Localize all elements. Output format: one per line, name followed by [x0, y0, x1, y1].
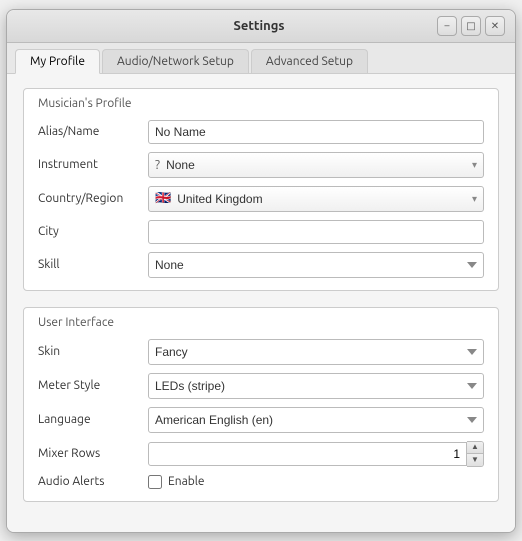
skill-row: Skill None Beginner Intermediate Advance…	[38, 252, 484, 278]
language-label: Language	[38, 413, 148, 426]
user-interface-section: User Interface Skin Fancy Classic Dark M…	[23, 307, 499, 502]
instrument-label: Instrument	[38, 158, 148, 171]
settings-window: Settings – □ ✕ My Profile Audio/Network …	[6, 9, 516, 533]
language-row: Language American English (en) British E…	[38, 407, 484, 433]
spinner-down-button[interactable]: ▼	[467, 454, 483, 466]
spinner-up-button[interactable]: ▲	[467, 442, 483, 454]
meter-select[interactable]: LEDs (stripe) LEDs (solid) Classic	[148, 373, 484, 399]
audio-alerts-checkbox[interactable]	[148, 475, 162, 489]
minimize-button[interactable]: –	[437, 16, 457, 36]
country-row: Country/Region 🇬🇧 United Kingdom ▾	[38, 186, 484, 212]
skin-label: Skin	[38, 345, 148, 358]
window-controls: – □ ✕	[437, 16, 505, 36]
titlebar: Settings – □ ✕	[7, 10, 515, 43]
city-label: City	[38, 225, 148, 238]
tab-advanced-setup[interactable]: Advanced Setup	[251, 49, 368, 73]
country-select-wrapper: 🇬🇧 United Kingdom ▾	[148, 186, 484, 212]
city-input[interactable]	[148, 220, 484, 244]
skin-row: Skin Fancy Classic Dark	[38, 339, 484, 365]
tab-content: Musician's Profile Alias/Name Instrument…	[7, 74, 515, 532]
alias-label: Alias/Name	[38, 125, 148, 138]
instrument-select[interactable]: None	[166, 153, 466, 177]
instrument-row: Instrument ? None ▾	[38, 152, 484, 178]
close-button[interactable]: ✕	[485, 16, 505, 36]
audio-alerts-label: Audio Alerts	[38, 475, 148, 488]
language-select[interactable]: American English (en) British English (e…	[148, 407, 484, 433]
skill-label: Skill	[38, 258, 148, 271]
skill-select[interactable]: None Beginner Intermediate Advanced Expe…	[148, 252, 484, 278]
tab-my-profile[interactable]: My Profile	[15, 49, 100, 74]
tab-bar: My Profile Audio/Network Setup Advanced …	[7, 43, 515, 74]
country-flag: 🇬🇧	[149, 191, 177, 206]
audio-alerts-checkbox-row: Enable	[148, 475, 205, 489]
audio-alerts-row: Audio Alerts Enable	[38, 475, 484, 489]
maximize-button[interactable]: □	[461, 16, 481, 36]
meter-row: Meter Style LEDs (stripe) LEDs (solid) C…	[38, 373, 484, 399]
user-interface-title: User Interface	[38, 316, 484, 329]
musician-profile-title: Musician's Profile	[38, 97, 484, 110]
window-title: Settings	[81, 19, 437, 33]
instrument-icon: ?	[149, 158, 166, 172]
audio-alerts-enable-label[interactable]: Enable	[168, 475, 205, 488]
mixer-rows-label: Mixer Rows	[38, 447, 148, 460]
city-row: City	[38, 220, 484, 244]
mixer-rows-spinner: ▲ ▼	[148, 441, 484, 467]
mixer-rows-input[interactable]	[148, 442, 467, 466]
tab-audio-network[interactable]: Audio/Network Setup	[102, 49, 249, 73]
skin-select[interactable]: Fancy Classic Dark	[148, 339, 484, 365]
musician-profile-section: Musician's Profile Alias/Name Instrument…	[23, 88, 499, 291]
alias-row: Alias/Name	[38, 120, 484, 144]
alias-input[interactable]	[148, 120, 484, 144]
country-label: Country/Region	[38, 192, 148, 205]
meter-label: Meter Style	[38, 379, 148, 392]
instrument-arrow-icon: ▾	[466, 159, 483, 171]
instrument-select-wrapper: ? None ▾	[148, 152, 484, 178]
mixer-rows-row: Mixer Rows ▲ ▼	[38, 441, 484, 467]
country-arrow-icon: ▾	[466, 193, 483, 205]
country-select[interactable]: United Kingdom	[177, 187, 466, 211]
spinner-buttons: ▲ ▼	[467, 441, 484, 467]
